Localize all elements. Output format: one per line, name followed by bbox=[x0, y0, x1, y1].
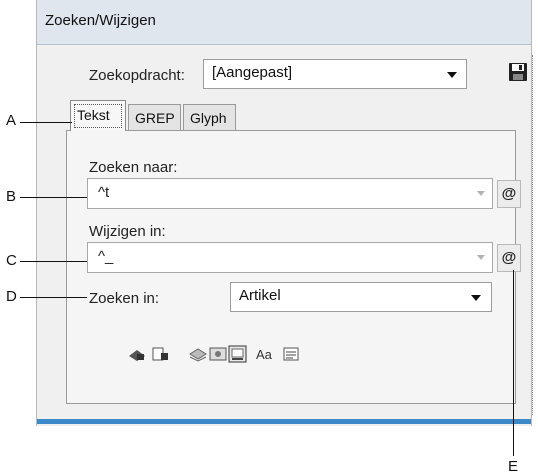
bottom-accent-bar bbox=[37, 419, 531, 424]
locked-layers-icon[interactable] bbox=[127, 346, 147, 362]
hidden-layers-icon[interactable] bbox=[188, 346, 208, 362]
callout-d: D bbox=[6, 288, 17, 305]
whole-word-icon[interactable] bbox=[282, 346, 300, 362]
tab-grep[interactable]: GREP bbox=[128, 104, 181, 130]
callout-b-line bbox=[20, 197, 87, 198]
chevron-down-icon bbox=[447, 72, 457, 78]
locked-stories-icon[interactable] bbox=[151, 346, 171, 362]
query-dropdown[interactable]: [Aangepast] bbox=[203, 59, 467, 89]
change-label: Wijzigen in: bbox=[89, 223, 166, 240]
tab-tekst[interactable]: Tekst bbox=[70, 100, 126, 131]
callout-c-line bbox=[20, 261, 87, 262]
title-bar: Zoeken/Wijzigen bbox=[37, 0, 531, 45]
change-input[interactable]: ^_ bbox=[87, 242, 493, 273]
find-label: Zoeken naar: bbox=[89, 159, 178, 176]
callout-e: E bbox=[508, 458, 519, 475]
find-input[interactable]: ^t bbox=[87, 178, 493, 209]
panel-edge-guide bbox=[532, 55, 533, 415]
callout-e-line bbox=[513, 270, 514, 456]
case-sensitive-icon[interactable]: Aa bbox=[256, 347, 272, 362]
tab-grep-label: GREP bbox=[135, 110, 175, 126]
tab-glyph-label: Glyph bbox=[190, 110, 227, 126]
callout-b: B bbox=[6, 188, 17, 205]
chevron-down-icon bbox=[477, 255, 485, 260]
change-value: ^_ bbox=[98, 248, 114, 265]
tab-tekst-label: Tekst bbox=[77, 107, 110, 123]
chevron-down-icon bbox=[471, 295, 481, 301]
query-value: [Aangepast] bbox=[212, 64, 293, 81]
dialog-title: Zoeken/Wijzigen bbox=[45, 12, 156, 29]
search-in-dropdown[interactable]: Artikel bbox=[230, 282, 492, 312]
chevron-down-icon bbox=[477, 191, 485, 196]
search-in-value: Artikel bbox=[239, 287, 281, 304]
footnotes-icon[interactable] bbox=[228, 345, 248, 363]
master-pages-icon[interactable] bbox=[208, 346, 228, 362]
special-characters-change-button[interactable]: @ bbox=[497, 244, 521, 272]
search-in-label: Zoeken in: bbox=[89, 290, 160, 307]
tab-glyph[interactable]: Glyph bbox=[183, 104, 236, 130]
callout-d-line bbox=[20, 297, 87, 298]
special-characters-find-button[interactable]: @ bbox=[497, 180, 521, 208]
query-label: Zoekopdracht: bbox=[89, 67, 185, 84]
find-value: ^t bbox=[98, 184, 110, 201]
callout-a-line bbox=[20, 122, 72, 123]
save-icon[interactable] bbox=[508, 62, 528, 82]
callout-a: A bbox=[6, 112, 17, 129]
callout-c: C bbox=[6, 252, 17, 269]
